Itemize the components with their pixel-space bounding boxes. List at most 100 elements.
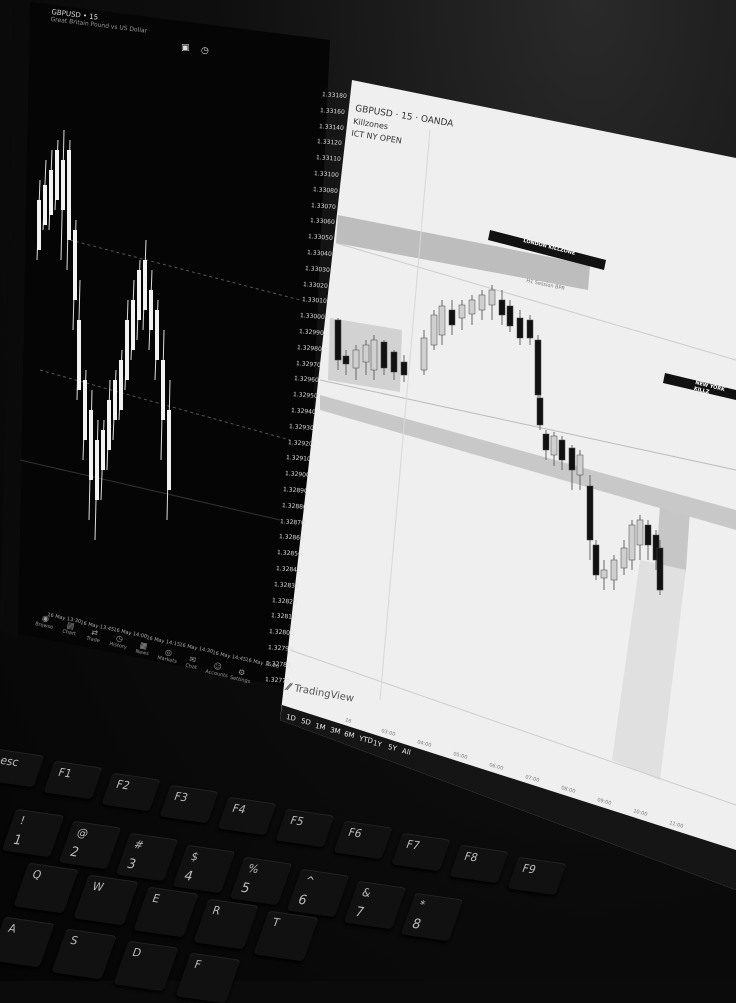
key-label: Q (30, 867, 44, 882)
key-label: T (270, 915, 282, 930)
right-candle-body (438, 305, 446, 336)
clock-icon[interactable]: ◷ (201, 46, 209, 56)
key-label: F2 (114, 777, 132, 793)
right-candle-body (592, 544, 600, 576)
key-label: % (246, 861, 261, 877)
left-price-label: 1.33070 (310, 201, 337, 211)
timeframe-1m[interactable]: 1M (314, 722, 326, 732)
key-label: & (360, 885, 373, 900)
right-candle-body (468, 299, 476, 315)
right-candle-body (352, 349, 360, 369)
key-label: A (6, 921, 19, 936)
timeframe-1d[interactable]: 1D (285, 713, 296, 723)
right-candle-body (656, 547, 664, 591)
left-candle-body (55, 150, 59, 200)
left-candle-body (161, 360, 165, 420)
right-candle-body (644, 524, 652, 546)
key-label: F7 (404, 837, 422, 853)
key-label: S (68, 933, 80, 948)
left-price-label: 1.33160 (320, 106, 346, 116)
key-sublabel: 5 (238, 880, 252, 897)
left-candle-body (113, 380, 117, 420)
left-price-label: 1.32830 (273, 580, 299, 590)
key-label: W (90, 879, 106, 895)
key-label: ^ (303, 873, 317, 888)
key-sublabel: 6 (295, 892, 309, 909)
left-price-label: 1.32930 (289, 422, 315, 432)
right-candle-body (488, 289, 496, 306)
left-candle-body (101, 430, 105, 470)
key-label: F4 (230, 801, 248, 817)
right-candle-body (516, 317, 524, 339)
left-price-label: 1.33020 (303, 280, 329, 290)
left-candle-body (89, 410, 93, 480)
left-price-label: 1.32770 (264, 675, 290, 685)
left-candle-body (125, 320, 129, 380)
right-candle-body (370, 339, 378, 371)
right-candle-body (536, 397, 544, 426)
key-label: ! (18, 813, 27, 828)
left-candle-body (83, 380, 87, 440)
timeframe-1y[interactable]: 1Y (372, 739, 382, 749)
right-candle-body (342, 355, 350, 365)
key-label: D (130, 945, 144, 960)
right-candle-body (430, 314, 438, 346)
left-candle-body (155, 310, 159, 360)
right-candle-body (478, 294, 486, 311)
right-candle-body (620, 547, 628, 569)
left-candle-body (107, 400, 111, 450)
left-price-label: 1.33030 (304, 264, 330, 274)
key-label: R (210, 903, 223, 918)
key-label: F5 (288, 813, 306, 829)
right-candle-body (586, 485, 594, 541)
right-candle-body (458, 304, 466, 319)
left-candle-body (49, 170, 53, 215)
left-candle-body (119, 360, 123, 410)
left-price-label: 1.33140 (318, 122, 344, 132)
right-candle-body (600, 569, 608, 579)
key-label: # (132, 837, 146, 852)
right-candle-body (526, 319, 534, 339)
right-candle-body (400, 361, 408, 376)
left-candle-body (77, 320, 81, 390)
right-candle-body (568, 447, 576, 471)
left-candle-body (43, 185, 47, 225)
left-candle-body (131, 300, 135, 350)
key-label: E (150, 891, 162, 906)
right-candle-body (542, 433, 550, 451)
left-price-label: 1.33080 (312, 185, 338, 195)
right-candle-body (334, 319, 342, 361)
left-candle-body (67, 150, 71, 240)
left-price-label: 1.32980 (296, 343, 323, 353)
key-label: F9 (520, 861, 538, 877)
key-label: $ (189, 849, 201, 864)
screenshot-icon[interactable]: ▣ (181, 43, 190, 53)
right-candle-body (506, 305, 514, 327)
right-candle-body (628, 524, 636, 561)
left-price-label: 1.32970 (295, 359, 321, 369)
right-chart-panel (280, 80, 736, 890)
right-candle-body (498, 299, 506, 316)
key-label: esc (0, 753, 21, 770)
left-candle-body (95, 440, 99, 500)
key-label: F8 (462, 849, 480, 865)
right-candle-body (380, 341, 388, 369)
left-candle-body (37, 200, 41, 250)
key-label: @ (75, 825, 91, 841)
left-price-label: 1.32880 (281, 501, 307, 511)
key-label: * (417, 897, 427, 912)
tradingview-icon: ⁄⁄ (286, 682, 292, 694)
left-price-label: 1.32920 (287, 438, 313, 448)
left-candle-body (137, 270, 141, 320)
left-candle-body (61, 160, 65, 210)
right-candle-body (558, 439, 566, 461)
key-label: F1 (56, 765, 74, 781)
key-sublabel: 7 (352, 904, 366, 921)
laptop-screen: GBPUSD • 15 Great Britain Pound vs US Do… (0, 0, 736, 1003)
key-label: F (192, 957, 204, 972)
key-sublabel: 2 (67, 844, 81, 861)
left-candle-body (143, 260, 147, 310)
right-candle-body (550, 435, 558, 456)
key-sublabel: 4 (181, 868, 195, 885)
left-candle-body (149, 290, 153, 330)
